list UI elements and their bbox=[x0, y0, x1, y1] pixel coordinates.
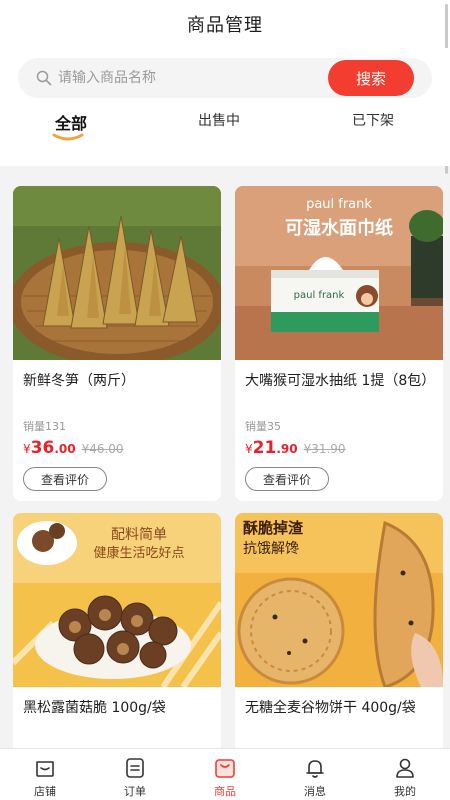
bell-icon bbox=[306, 760, 324, 778]
tab-on-sale[interactable]: 出售中 bbox=[174, 110, 264, 144]
price: ¥21.90 ¥31.90 bbox=[245, 438, 346, 462]
pack-brand-text: paul frank bbox=[294, 290, 345, 301]
price-decimal: .00 bbox=[54, 442, 76, 456]
product-card[interactable]: 新鲜冬笋（两斤） 销量131 ¥36.00 ¥46.00 查看评价 bbox=[13, 186, 221, 501]
status-tabs: 全部 出售中 已下架 bbox=[0, 106, 450, 146]
sales-count: 销量35 bbox=[245, 420, 281, 433]
image-text-line2: 抗饿解馋 bbox=[243, 541, 299, 557]
tab-all[interactable]: 全部 bbox=[26, 110, 116, 144]
product-name: 无糖全麦谷物饼干 400g/袋 bbox=[245, 700, 416, 716]
nav-item-store[interactable]: 店铺 bbox=[0, 749, 90, 800]
app-header: 商品管理 bbox=[0, 0, 450, 48]
bottom-nav: 店铺 订单 商品 消息 我的 bbox=[0, 748, 450, 800]
original-price: ¥31.90 bbox=[303, 442, 346, 456]
original-price: ¥46.00 bbox=[81, 442, 124, 456]
price-decimal: .90 bbox=[276, 442, 298, 456]
image-text-line1: 配料简单 bbox=[111, 526, 167, 543]
product-image-biscuit: 酥脆掉渣 抗饿解馋 bbox=[235, 513, 443, 687]
product-image-mushroom-chips: 配料简单 健康生活吃好点 bbox=[13, 513, 221, 687]
view-reviews-button[interactable]: 查看评价 bbox=[23, 467, 107, 491]
product-icon bbox=[215, 759, 235, 778]
page-title: 商品管理 bbox=[187, 15, 263, 36]
image-text-line2: 健康生活吃好点 bbox=[93, 545, 184, 561]
product-name: 新鲜冬笋（两斤） bbox=[23, 373, 135, 389]
search-and-tabs-area: 搜索 全部 出售中 已下架 bbox=[0, 48, 450, 166]
store-icon bbox=[36, 761, 54, 777]
tab-label: 已下架 bbox=[352, 113, 394, 129]
nav-label: 商品 bbox=[214, 785, 236, 798]
price-integer: 36 bbox=[30, 438, 55, 458]
image-text-line1: 酥脆掉渣 bbox=[243, 519, 304, 537]
image-headline-text: 可湿水面巾纸 bbox=[285, 217, 393, 239]
nav-item-products[interactable]: 商品 bbox=[180, 749, 270, 800]
nav-label: 我的 bbox=[394, 785, 416, 798]
currency-symbol: ¥ bbox=[245, 442, 253, 456]
product-card[interactable]: paul frank 可湿水面巾纸 paul frank 大嘴猴可湿水抽纸 1提… bbox=[235, 186, 443, 501]
search-input[interactable] bbox=[58, 58, 338, 98]
price: ¥36.00 ¥46.00 bbox=[23, 438, 124, 462]
sales-count: 销量131 bbox=[23, 420, 66, 433]
tab-label: 出售中 bbox=[198, 113, 240, 129]
product-card[interactable]: 配料简单 健康生活吃好点 黑松露菌菇脆 100g/袋 bbox=[13, 513, 221, 753]
nav-label: 订单 bbox=[124, 785, 146, 798]
order-icon bbox=[126, 758, 144, 778]
search-bar[interactable]: 搜索 bbox=[18, 58, 432, 98]
nav-item-messages[interactable]: 消息 bbox=[270, 749, 360, 800]
nav-item-orders[interactable]: 订单 bbox=[90, 749, 180, 800]
user-icon bbox=[396, 758, 414, 778]
nav-item-profile[interactable]: 我的 bbox=[360, 749, 450, 800]
search-icon bbox=[36, 70, 52, 86]
currency-symbol: ¥ bbox=[23, 442, 31, 456]
product-card[interactable]: 酥脆掉渣 抗饿解馋 无糖全麦谷物饼干 400g/袋 bbox=[235, 513, 443, 753]
search-button[interactable]: 搜索 bbox=[328, 60, 414, 96]
view-reviews-button[interactable]: 查看评价 bbox=[245, 467, 329, 491]
nav-label: 店铺 bbox=[34, 785, 56, 798]
tab-off-shelf[interactable]: 已下架 bbox=[328, 110, 418, 144]
tab-label: 全部 bbox=[54, 114, 87, 133]
product-name: 大嘴猴可湿水抽纸 1提（8包） bbox=[245, 373, 436, 389]
product-name: 黑松露菌菇脆 100g/袋 bbox=[23, 700, 166, 716]
active-tab-indicator bbox=[52, 133, 84, 141]
price-integer: 21 bbox=[252, 438, 277, 458]
image-brand-text: paul frank bbox=[306, 197, 372, 212]
product-image-bamboo-shoots bbox=[13, 186, 221, 360]
nav-label: 消息 bbox=[304, 785, 326, 798]
product-image-tissue: paul frank 可湿水面巾纸 paul frank bbox=[235, 186, 443, 360]
